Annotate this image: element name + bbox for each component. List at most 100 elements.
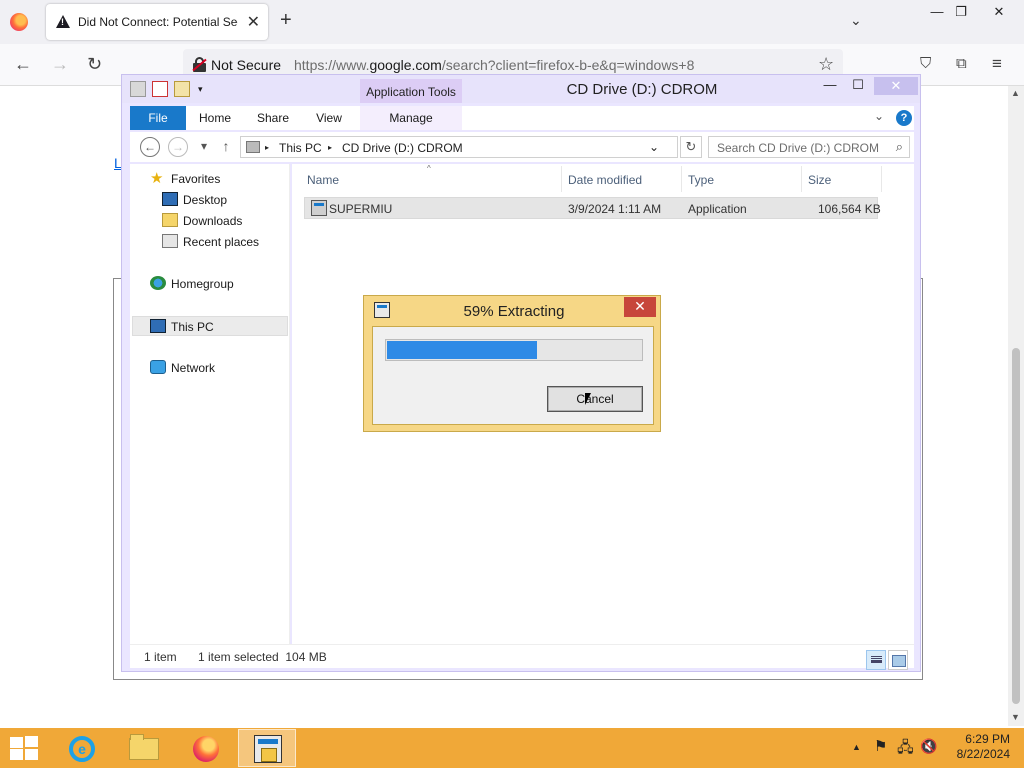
show-hidden-icons-chevron-icon[interactable]: ▲ [852, 742, 861, 752]
drive-icon [246, 141, 260, 153]
properties-icon[interactable] [152, 81, 168, 97]
back-arrow-icon[interactable]: ← [14, 54, 32, 74]
refresh-icon[interactable]: ↻ [680, 136, 702, 158]
address-row: ← → ▾ ↑ ▸ This PC ▸ CD Drive (D:) CDROM … [130, 132, 914, 162]
file-date-modified: 3/9/2024 1:11 AM [568, 202, 662, 216]
forward-button[interactable]: → [168, 137, 188, 157]
column-divider[interactable] [681, 166, 682, 192]
file-name[interactable]: SUPERMIU [329, 202, 392, 216]
up-arrow-icon[interactable]: ↑ [216, 137, 236, 157]
explorer-window-title: CD Drive (D:) CDROM [566, 81, 718, 98]
file-explorer-icon [129, 734, 159, 760]
tab-view[interactable]: View [306, 106, 352, 130]
scrollbar-thumb[interactable] [1012, 348, 1020, 704]
breadcrumb-separator[interactable]: ▸ [328, 143, 332, 152]
details-view-icon[interactable] [866, 650, 886, 670]
forward-arrow-icon[interactable]: → [51, 54, 69, 74]
dialog-body: Cancel [372, 326, 654, 425]
explorer-close-button[interactable]: ✕ [874, 77, 918, 95]
tab-close-icon[interactable]: ✕ [247, 12, 260, 32]
address-dropdown-chevron-icon[interactable]: ⌄ [649, 140, 659, 154]
window-restore-button[interactable]: ❐ [946, 2, 976, 24]
recent-locations-chevron-icon[interactable]: ▾ [194, 137, 214, 157]
search-input[interactable]: Search CD Drive (D:) CDROM ⌕ [708, 136, 910, 158]
window-close-button[interactable]: ✕ [984, 2, 1014, 24]
tab-manage[interactable]: Manage [360, 106, 462, 130]
explorer-minimize-button[interactable]: — [816, 77, 844, 95]
pocket-icon[interactable]: ⛉ [920, 54, 931, 74]
nav-item-label: Network [171, 361, 216, 375]
help-icon[interactable]: ? [896, 110, 912, 126]
customize-toolbar-chevron-icon[interactable]: ▾ [198, 81, 203, 97]
nav-item-label: Recent places [183, 235, 260, 249]
taskbar: e ▲ ⚑ 🖧 🔇 6:29 PM 8/22/2024 [0, 728, 1024, 768]
drive-icon[interactable] [130, 81, 146, 97]
tab-share[interactable]: Share [250, 106, 296, 130]
browser-tab-bar: Did Not Connect: Potential Sec ✕ + ⌄ — ❐… [0, 0, 1024, 44]
list-all-tabs-chevron-icon[interactable]: ⌄ [850, 12, 862, 29]
tab-home[interactable]: Home [192, 106, 238, 130]
breadcrumb-this-pc[interactable]: This PC [279, 141, 322, 155]
application-file-icon [311, 200, 327, 216]
search-placeholder: Search CD Drive (D:) CDROM [717, 141, 880, 155]
quick-access-toolbar: ▾ [130, 81, 209, 97]
nav-item-label: Favorites [171, 172, 221, 186]
column-divider[interactable] [881, 166, 882, 192]
bookmark-star-icon[interactable]: ☆ [818, 54, 834, 74]
tab-file[interactable]: File [130, 106, 186, 130]
dialog-title: 59% Extracting [463, 303, 565, 320]
network-icon [150, 360, 166, 374]
page-scrollbar[interactable]: ▲ ▼ [1008, 86, 1024, 726]
dialog-close-button[interactable]: ✕ [624, 297, 656, 317]
mouse-cursor-icon [585, 393, 597, 405]
sort-ascending-icon: ^ [427, 164, 431, 173]
not-secure-label[interactable]: Not Secure [211, 57, 281, 73]
column-header-date-modified[interactable]: Date modified [568, 173, 642, 187]
file-size: 106,564 KB [818, 202, 881, 216]
desktop-icon [162, 192, 178, 206]
back-button[interactable]: ← [140, 137, 160, 157]
application-tools-header: Application Tools [360, 79, 462, 103]
column-divider[interactable] [801, 166, 802, 192]
explorer-maximize-button[interactable]: ☐ [844, 77, 872, 95]
status-selection: 1 item selected 104 MB [198, 650, 327, 664]
status-item-count: 1 item [144, 650, 177, 664]
large-icons-view-icon[interactable] [888, 650, 908, 670]
action-center-flag-icon[interactable]: ⚑ [874, 737, 887, 755]
url-text[interactable]: https://www.google.com/search?client=fir… [294, 57, 694, 73]
column-header-size[interactable]: Size [808, 173, 831, 187]
column-header-type[interactable]: Type [688, 173, 714, 187]
taskbar-item-firefox[interactable] [176, 729, 234, 767]
column-divider[interactable] [561, 166, 562, 192]
nav-item-this-pc[interactable]: This PC [132, 316, 288, 336]
tab-title: Did Not Connect: Potential Sec [78, 15, 238, 29]
system-clock[interactable]: 6:29 PM 8/22/2024 [940, 732, 1010, 762]
breadcrumb-separator[interactable]: ▸ [265, 143, 269, 152]
windows-start-icon[interactable] [8, 736, 38, 760]
column-header-name[interactable]: Name [307, 173, 339, 187]
explorer-title-bar[interactable]: ▾ Application Tools CD Drive (D:) CDROM … [122, 75, 920, 103]
menu-icon[interactable]: ≡ [992, 54, 1002, 74]
breadcrumb-cd-drive[interactable]: CD Drive (D:) CDROM [342, 141, 463, 155]
navigation-pane: ★ Favorites Desktop Downloads Recent pla… [130, 164, 290, 644]
new-tab-button[interactable]: + [280, 10, 292, 30]
taskbar-item-internet-explorer[interactable]: e [52, 729, 110, 767]
expand-ribbon-chevron-icon[interactable]: ⌄ [874, 109, 884, 123]
clock-date: 8/22/2024 [956, 747, 1010, 761]
address-bar[interactable]: ▸ This PC ▸ CD Drive (D:) CDROM ⌄ [240, 136, 678, 158]
ribbon-tabs: File Home Share View Manage ⌄ ? [130, 106, 914, 130]
volume-muted-icon[interactable]: 🔇 [920, 738, 937, 755]
scroll-down-icon[interactable]: ▼ [1011, 712, 1020, 722]
network-icon[interactable]: 🖧 [897, 737, 914, 762]
extensions-icon[interactable]: ⧉ [956, 54, 967, 74]
new-folder-icon[interactable] [174, 81, 190, 97]
table-row[interactable]: SUPERMIU 3/9/2024 1:11 AM Application 10… [304, 197, 881, 219]
browser-tab-active[interactable]: Did Not Connect: Potential Sec ✕ [46, 4, 268, 40]
search-icon[interactable]: ⌕ [896, 139, 903, 155]
reload-icon[interactable]: ↻ [87, 54, 102, 74]
insecure-lock-icon[interactable] [192, 57, 207, 72]
taskbar-item-file-explorer[interactable] [114, 729, 172, 767]
taskbar-item-setup[interactable] [238, 729, 296, 767]
scroll-up-icon[interactable]: ▲ [1011, 88, 1020, 98]
firefox-logo-icon[interactable] [10, 13, 28, 31]
